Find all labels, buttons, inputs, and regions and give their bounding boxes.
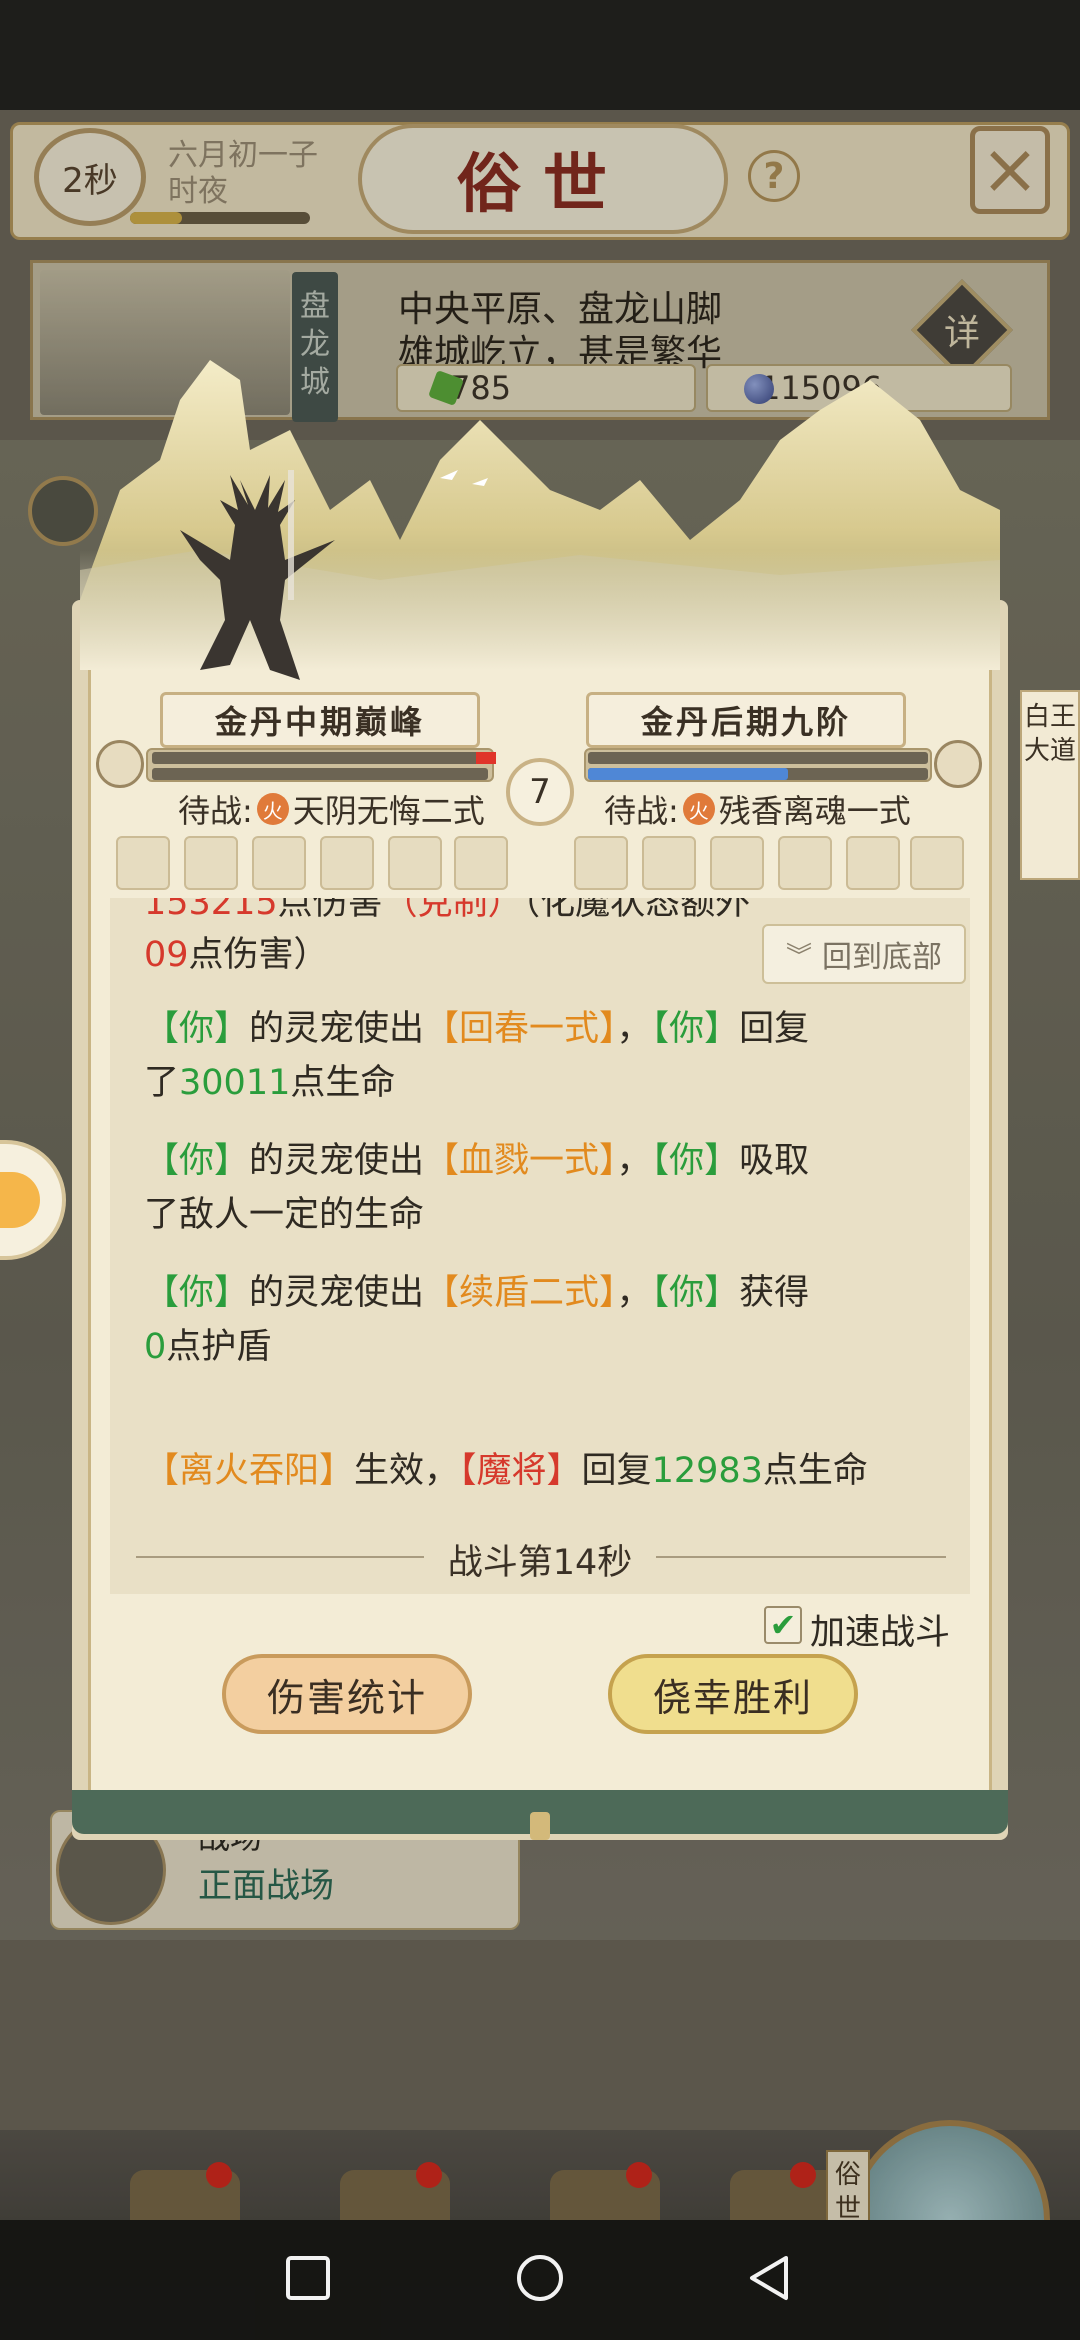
player-skill-slot [116,836,170,890]
enemy-skill-slot [778,836,832,890]
log-segment: 【你】 [651,1141,740,1181]
log-segment: 【你】 [144,1009,250,1049]
divider [136,1556,424,1558]
player-skill-slot [184,836,238,890]
waiting-label: 待战: [604,792,679,830]
player-waiting-skill: 天阴无悔二式 [292,792,485,830]
player-emblem-icon [96,740,144,788]
enemy-realm: 金丹后期九阶 [586,692,906,748]
player-realm: 金丹中期巅峰 [160,692,480,748]
demon-general-figure [180,470,335,680]
player-skill-slot [454,836,508,890]
player-mana-bar [152,768,488,780]
log-segment: （化魔状态额外 [522,898,751,923]
divider [656,1556,946,1558]
enemy-mana-fill [588,768,788,780]
log-segment: 【你】 [651,1009,740,1049]
log-segment: 的灵宠使出 [249,1009,425,1049]
log-segment: 获得 [739,1273,810,1313]
log-line: 153215点伤害（克制）（化魔状态额外 [144,898,750,930]
log-segment: 点伤害） [188,935,329,975]
log-line: 【你】的灵宠使出【回春一式】，【你】回复 [144,1002,809,1056]
lucky-victory-button[interactable]: 侥幸胜利 [608,1654,858,1734]
log-line: 【你】的灵宠使出【续盾二式】，【你】获得 [144,1266,809,1320]
log-segment: 点生命 [290,1063,396,1103]
log-segment: 【血戮一式】 [424,1141,617,1181]
player-hp-fill [476,752,496,764]
log-segment: 点生命 [762,1451,868,1491]
scroll-to-bottom-button[interactable]: ︾ 回到底部 [762,924,966,984]
log-segment: 的灵宠使出 [249,1273,425,1313]
battle-time: 战斗第14秒 [447,1543,633,1583]
log-segment: 的灵宠使出 [249,1141,425,1181]
log-segment: 【续盾二式】 [424,1273,617,1313]
double-chevron-down-icon: ︾ [785,941,812,972]
scroll-knob [530,1812,550,1840]
enemy-waiting: 待战: 火 残香离魂一式 [604,786,911,832]
fire-element-icon: 火 [256,793,289,825]
back-icon[interactable] [746,2254,794,2302]
damage-stats-button[interactable]: 伤害统计 [222,1654,472,1734]
log-segment: 153215 [144,898,278,923]
side-tag[interactable]: 白王大道 [1020,690,1080,880]
player-skill-slot [388,836,442,890]
waiting-label: 待战: [178,792,253,830]
log-line: 0点护盾 [144,1320,271,1374]
log-segment: 【回春一式】 [424,1009,617,1049]
log-line: 了30011点生命 [144,1056,395,1110]
player-hp-bar [152,752,488,764]
player-skill-slot [252,836,306,890]
log-segment: （克制） [382,898,523,923]
enemy-emblem-icon [934,740,982,788]
log-segment: 吸取 [739,1141,810,1181]
enemy-skill-slot [574,836,628,890]
log-segment: 【你】 [144,1141,250,1181]
log-segment: 了敌人一定的生命 [144,1195,425,1235]
player-waiting: 待战: 火 天阴无悔二式 [178,786,485,832]
enemy-skill-slot [910,836,964,890]
log-segment: 12983 [651,1451,763,1491]
log-segment: 30011 [179,1063,291,1103]
enemy-waiting-skill: 残香离魂一式 [718,792,911,830]
fire-element-icon: 火 [682,793,715,825]
enemy-skill-slot [846,836,900,890]
enemy-hp-bar [588,752,928,764]
log-segment: ， [616,1009,652,1049]
player-skill-slot [320,836,374,890]
log-segment: 09 [144,935,189,975]
log-segment: 点伤害 [277,898,383,923]
enemy-skill-slot [710,836,764,890]
recent-apps-icon[interactable] [284,2254,332,2302]
battle-log[interactable]: 153215点伤害（克制）（化魔状态额外 09点伤害） 【你】的灵宠使出【回春一式】… [110,898,970,1594]
round-counter: 7 [506,758,574,826]
log-line: 了敌人一定的生命 [144,1188,424,1242]
log-line: 09点伤害） [144,928,329,982]
log-segment: 【魔将】 [459,1451,582,1491]
log-segment: 【离火吞阳】 [144,1451,355,1491]
enemy-skill-slot [642,836,696,890]
log-segment: 回复 [581,1451,652,1491]
log-segment: 0 [144,1327,167,1367]
log-line: 【离火吞阳】生效，【魔将】回复12983点生命 [144,1444,868,1498]
speed-up-checkbox[interactable]: ✔ [764,1606,802,1644]
log-segment: 【你】 [144,1273,250,1313]
home-icon[interactable] [516,2254,564,2302]
log-segment: ， [616,1273,652,1313]
log-segment: 回复 [739,1009,810,1049]
log-line: 【你】的灵宠使出【血戮一式】，【你】吸取 [144,1134,809,1188]
log-segment: 生效， [354,1451,460,1491]
scroll-to-bottom-label: 回到底部 [822,940,942,975]
log-segment: 了 [144,1063,180,1103]
log-segment: 点护盾 [166,1327,272,1367]
log-segment: ， [616,1141,652,1181]
log-segment: 【你】 [651,1273,740,1313]
speed-up-label[interactable]: 加速战斗 [810,1604,950,1655]
